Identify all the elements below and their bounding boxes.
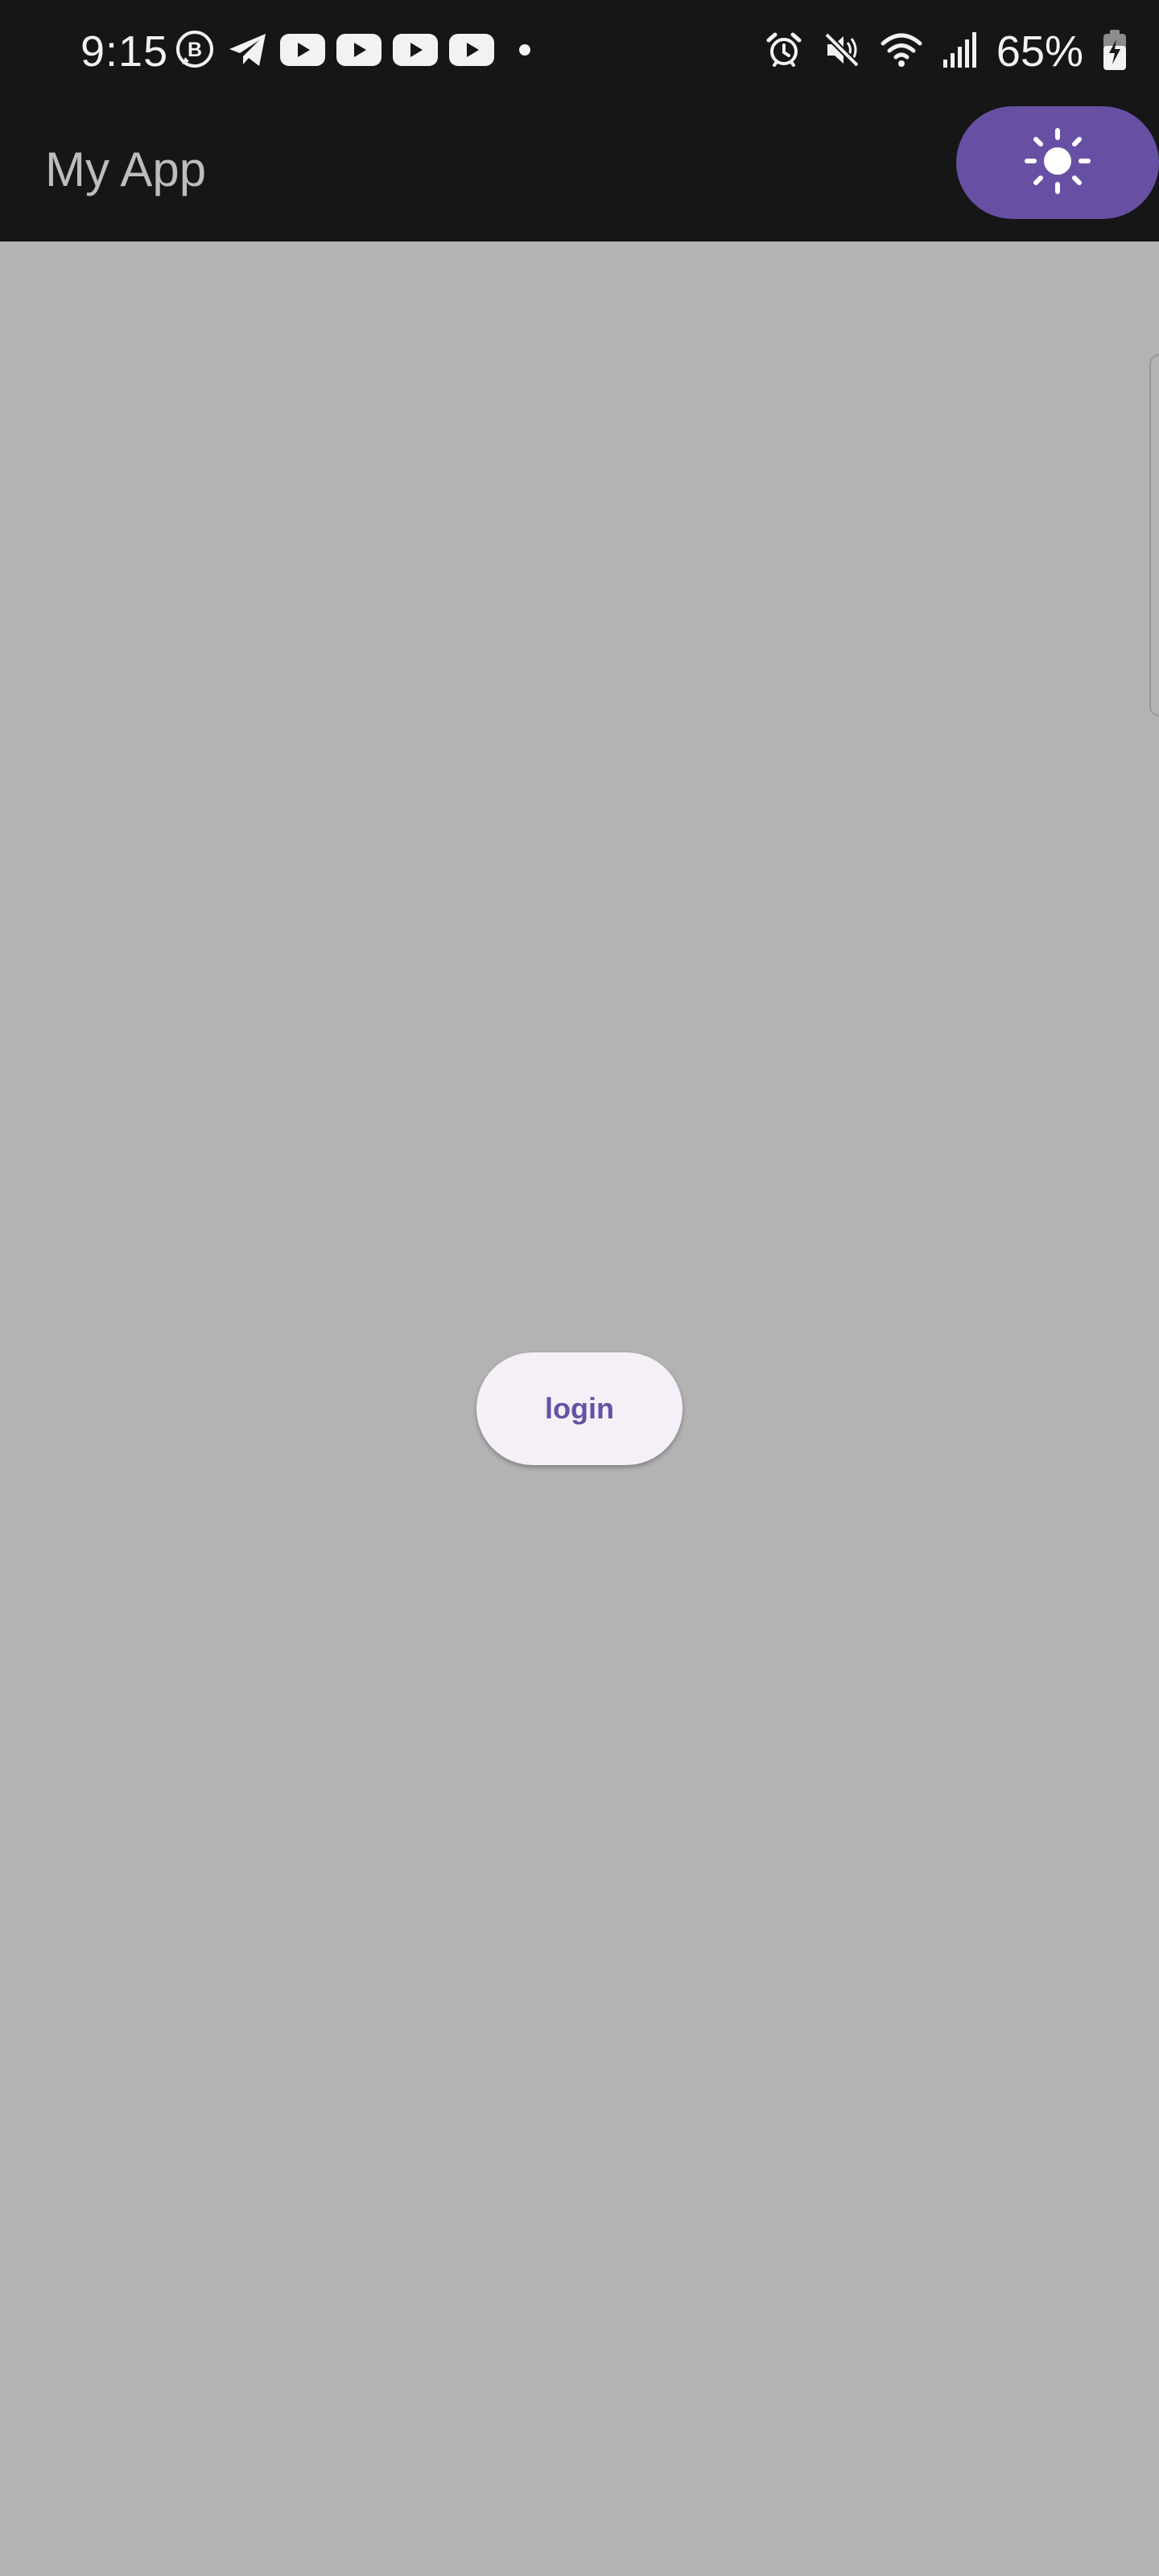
youtube-icon [449,33,494,70]
youtube-icon [280,33,325,70]
svg-text:B: B [188,39,202,61]
signal-icon [942,31,977,73]
theme-toggle-button[interactable] [956,106,1159,219]
sun-icon [1024,127,1091,199]
login-button[interactable]: login [476,1352,683,1465]
alarm-icon [765,31,803,73]
edge-panel-handle[interactable] [1149,354,1159,716]
status-bar: 9:15 B 65% [0,0,1159,103]
wifi-icon [881,31,922,73]
app-bar: My App [0,103,1159,242]
system-icons: 65% [765,23,1127,80]
app-title: My App [45,142,207,196]
status-time: 9:15 [80,27,169,76]
battery-charging-icon [1103,29,1127,75]
notification-icons: B [174,29,538,74]
youtube-icon [336,33,382,70]
youtube-icon [393,33,438,70]
battery-percentage: 65% [996,27,1083,76]
whatsapp-business-icon: B [174,29,216,75]
dot-icon [505,34,538,70]
telegram-icon [227,29,269,75]
mute-icon [823,31,861,73]
